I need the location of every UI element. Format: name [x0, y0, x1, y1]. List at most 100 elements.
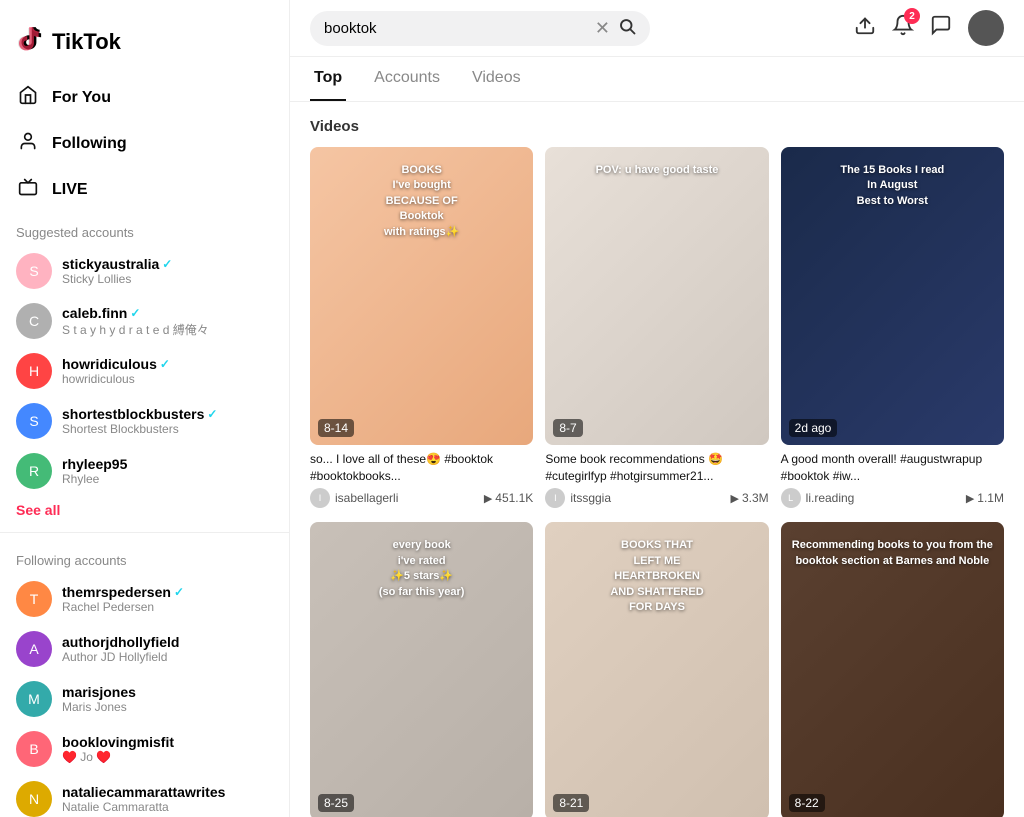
- following-account-nataliecammarattawrites[interactable]: N nataliecammarattawrites Natalie Cammar…: [0, 774, 289, 817]
- videos-section-label: Videos: [310, 118, 1004, 135]
- video-thumb-v2: POV: u have good taste 8-7: [545, 147, 768, 445]
- tab-accounts[interactable]: Accounts: [370, 57, 444, 101]
- following-section-title: Following accounts: [0, 541, 289, 574]
- account-info-booklovingmisfit: booklovingmisfit ♥️ Jo ♥️: [62, 734, 174, 764]
- account-sub-marisjones: Maris Jones: [62, 700, 136, 714]
- account-sub-shortestblockbusters: Shortest Blockbusters: [62, 422, 217, 436]
- avatar-shortestblockbusters: S: [16, 403, 52, 439]
- account-name-stickyaustralia: stickyaustralia✓: [62, 256, 172, 272]
- following-account-marisjones[interactable]: M marisjones Maris Jones: [0, 674, 289, 724]
- video-meta-v1: so... I love all of these😍 #booktok #boo…: [310, 445, 533, 511]
- account-info-marisjones: marisjones Maris Jones: [62, 684, 136, 714]
- mini-avatar-v2: I: [545, 488, 565, 508]
- search-bar: ✕: [310, 11, 650, 46]
- view-count-v1: ▶ 451.1K: [484, 491, 534, 505]
- user-avatar[interactable]: [968, 10, 1004, 46]
- verified-icon: ✓: [130, 306, 140, 320]
- account-sub-authorjdhollyfield: Author JD Hollyfield: [62, 650, 179, 664]
- video-author-v3: L li.reading: [781, 488, 855, 508]
- avatar-themrspedersen: T: [16, 581, 52, 617]
- nav-icon-live: [16, 177, 40, 203]
- search-input[interactable]: [324, 20, 587, 37]
- avatar-stickyaustralia: S: [16, 253, 52, 289]
- video-thumb-v5: BOOKS THATLEFT MEHEARTBROKENAND SHATTERE…: [545, 522, 768, 817]
- video-grid: BOOKSI've boughtBECAUSE OFBooktokwith ra…: [310, 147, 1004, 817]
- video-overlay-v3: The 15 Books I readIn AugustBest to Wors…: [781, 155, 1004, 217]
- account-name-booklovingmisfit: booklovingmisfit: [62, 734, 174, 750]
- account-sub-booklovingmisfit: ♥️ Jo ♥️: [62, 750, 174, 764]
- notification-icon[interactable]: 2: [892, 14, 914, 42]
- video-thumb-v6: Recommending books to you from the bookt…: [781, 522, 1004, 817]
- following-account-themrspedersen[interactable]: T themrspedersen✓ Rachel Pedersen: [0, 574, 289, 624]
- video-overlay-v6: Recommending books to you from the bookt…: [781, 530, 1004, 577]
- notification-badge: 2: [904, 8, 920, 24]
- avatar-booklovingmisfit: B: [16, 731, 52, 767]
- video-card-v3[interactable]: The 15 Books I readIn AugustBest to Wors…: [781, 147, 1004, 510]
- account-name-authorjdhollyfield: authorjdhollyfield: [62, 634, 179, 650]
- avatar-marisjones: M: [16, 681, 52, 717]
- view-count-v2: ▶ 3.3M: [731, 491, 769, 505]
- mini-avatar-v1: I: [310, 488, 330, 508]
- account-name-rhyleep95: rhyleep95: [62, 456, 127, 472]
- nav-item-for-you[interactable]: For You: [0, 75, 289, 121]
- video-label-v1: 8-14: [318, 419, 354, 437]
- video-desc-v3: A good month overall! #augustwrapup #boo…: [781, 451, 1004, 485]
- account-sub-nataliecammarattawrites: Natalie Cammaratta: [62, 800, 225, 814]
- video-card-v1[interactable]: BOOKSI've boughtBECAUSE OFBooktokwith ra…: [310, 147, 533, 510]
- video-desc-v1: so... I love all of these😍 #booktok #boo…: [310, 451, 533, 485]
- video-label-v6: 8-22: [789, 794, 825, 812]
- video-overlay-v4: every booki've rated✨5 stars✨(so far thi…: [310, 530, 533, 608]
- suggested-account-rhyleep95[interactable]: R rhyleep95 Rhylee: [0, 446, 289, 496]
- video-thumb-v3: The 15 Books I readIn AugustBest to Wors…: [781, 147, 1004, 445]
- suggested-account-shortestblockbusters[interactable]: S shortestblockbusters✓ Shortest Blockbu…: [0, 396, 289, 446]
- video-thumb-v4: every booki've rated✨5 stars✨(so far thi…: [310, 522, 533, 817]
- nav-label-following: Following: [52, 135, 127, 153]
- views-v2: 3.3M: [742, 491, 769, 505]
- video-card-v6[interactable]: Recommending books to you from the bookt…: [781, 522, 1004, 817]
- author-name-v2: itssggia: [570, 491, 611, 505]
- account-sub-rhyleep95: Rhylee: [62, 472, 127, 486]
- content-area: Videos BOOKSI've boughtBECAUSE OFBooktok…: [290, 102, 1024, 817]
- account-name-howridiculous: howridiculous✓: [62, 356, 170, 372]
- logo-area: TikTok: [0, 16, 289, 75]
- account-sub-themrspedersen: Rachel Pedersen: [62, 600, 184, 614]
- video-label-v2: 8-7: [553, 419, 582, 437]
- account-info-shortestblockbusters: shortestblockbusters✓ Shortest Blockbust…: [62, 406, 217, 436]
- tab-top[interactable]: Top: [310, 57, 346, 101]
- play-icon-v2: ▶: [731, 492, 739, 505]
- avatar-caleb_finn: C: [16, 303, 52, 339]
- account-name-shortestblockbusters: shortestblockbusters✓: [62, 406, 217, 422]
- video-meta-v3: A good month overall! #augustwrapup #boo…: [781, 445, 1004, 511]
- play-icon-v3: ▶: [966, 492, 974, 505]
- search-icon[interactable]: [618, 17, 636, 40]
- video-card-v2[interactable]: POV: u have good taste 8-7 Some book rec…: [545, 147, 768, 510]
- logo-text: TikTok: [52, 29, 121, 55]
- views-v3: 1.1M: [977, 491, 1004, 505]
- account-info-authorjdhollyfield: authorjdhollyfield Author JD Hollyfield: [62, 634, 179, 664]
- tiktok-logo-icon: [16, 24, 44, 59]
- video-overlay-v5: BOOKS THATLEFT MEHEARTBROKENAND SHATTERE…: [545, 530, 768, 623]
- upload-icon[interactable]: [854, 14, 876, 42]
- sidebar: TikTok For You Following LIVE Suggested ac…: [0, 0, 290, 817]
- tab-videos[interactable]: Videos: [468, 57, 525, 101]
- nav-item-following[interactable]: Following: [0, 121, 289, 167]
- following-account-authorjdhollyfield[interactable]: A authorjdhollyfield Author JD Hollyfiel…: [0, 624, 289, 674]
- video-card-v4[interactable]: every booki've rated✨5 stars✨(so far thi…: [310, 522, 533, 817]
- nav-item-live[interactable]: LIVE: [0, 167, 289, 213]
- verified-icon: ✓: [207, 407, 217, 421]
- see-all-link[interactable]: See all: [0, 496, 76, 524]
- following-account-booklovingmisfit[interactable]: B booklovingmisfit ♥️ Jo ♥️: [0, 724, 289, 774]
- nav-label-live: LIVE: [52, 181, 88, 199]
- video-meta-v2: Some book recommendations 🤩 #cutegirlfyp…: [545, 445, 768, 511]
- suggested-account-caleb_finn[interactable]: C caleb.finn✓ S t a y h y d r a t e d 縛俺…: [0, 296, 289, 346]
- header-actions: 2: [854, 10, 1004, 46]
- suggested-section-title: Suggested accounts: [0, 213, 289, 246]
- video-card-v5[interactable]: BOOKS THATLEFT MEHEARTBROKENAND SHATTERE…: [545, 522, 768, 817]
- suggested-account-stickyaustralia[interactable]: S stickyaustralia✓ Sticky Lollies: [0, 246, 289, 296]
- account-sub-stickyaustralia: Sticky Lollies: [62, 272, 172, 286]
- avatar-nataliecammarattawrites: N: [16, 781, 52, 817]
- video-author-row-v2: I itssggia ▶ 3.3M: [545, 488, 768, 508]
- clear-icon[interactable]: ✕: [595, 18, 610, 39]
- messages-icon[interactable]: [930, 14, 952, 42]
- suggested-account-howridiculous[interactable]: H howridiculous✓ howridiculous: [0, 346, 289, 396]
